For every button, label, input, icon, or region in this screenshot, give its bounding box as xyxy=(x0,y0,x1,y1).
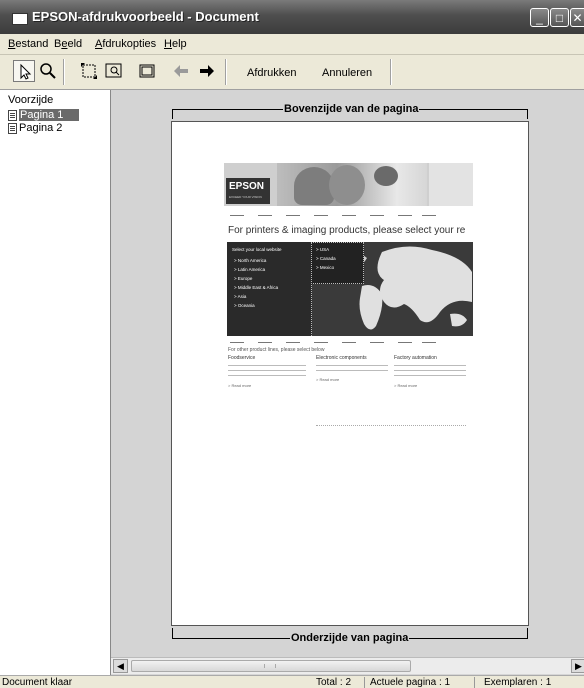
window-title: EPSON-afdrukvoorbeeld - Document xyxy=(32,9,259,24)
page-sidebar: Voorzijde Pagina 1 Pagina 2 xyxy=(0,90,111,675)
status-current-page: Actuele pagina : 1 xyxy=(370,677,451,688)
horizontal-scrollbar[interactable]: ◀ ▶ xyxy=(111,657,584,674)
scroll-thumb[interactable] xyxy=(131,660,411,672)
frame-button[interactable] xyxy=(136,60,158,82)
close-icon[interactable]: ✕ xyxy=(570,8,584,27)
minimize-icon[interactable]: _ xyxy=(530,8,549,27)
status-copies: Exemplaren : 1 xyxy=(484,677,552,688)
status-bar: Document klaar Total : 2 Actuele pagina … xyxy=(0,675,584,688)
zoom-tool-button[interactable] xyxy=(37,60,59,82)
menu-beeld[interactable]: Beeld xyxy=(54,38,82,50)
menu-bar: Bestand Beeld Afdrukopties Help xyxy=(0,34,584,55)
toolbar: Afdrukken Annuleren xyxy=(0,55,584,90)
menu-afdrukopties[interactable]: Afdrukopties xyxy=(95,38,156,50)
zoom-fit-icon xyxy=(105,63,122,78)
zoom-fit-button[interactable] xyxy=(103,60,125,82)
print-button[interactable]: Afdrukken xyxy=(247,67,297,79)
back-arrow-icon xyxy=(174,65,188,77)
menu-bestand[interactable]: Bestand xyxy=(8,38,48,50)
pointer-icon xyxy=(20,63,32,80)
menu-help[interactable]: Help xyxy=(164,38,187,50)
status-message: Document klaar xyxy=(2,677,73,688)
fit-page-button[interactable] xyxy=(78,60,100,82)
page-content-thumbnail: EPSON EXCEED YOUR VISION For printers & … xyxy=(224,163,473,445)
toolbar-separator xyxy=(63,59,65,85)
sidebar-header: Voorzijde xyxy=(8,94,54,106)
fit-page-icon xyxy=(81,63,97,79)
toolbar-separator xyxy=(390,59,392,85)
bottom-edge-label: Onderzijde van pagina xyxy=(290,632,410,644)
sidebar-item-label: Pagina 1 xyxy=(19,109,80,121)
next-page-button[interactable] xyxy=(196,60,218,82)
pointer-tool-button[interactable] xyxy=(13,60,35,82)
page-icon xyxy=(8,123,17,134)
maximize-icon[interactable]: □ xyxy=(550,8,569,27)
thumbnail-logo: EPSON EXCEED YOUR VISION xyxy=(226,178,270,204)
top-edge-label: Bovenzijde van de pagina xyxy=(283,103,420,115)
scroll-left-icon[interactable]: ◀ xyxy=(113,659,128,673)
app-icon xyxy=(12,13,28,25)
forward-arrow-icon xyxy=(200,65,214,77)
preview-window: EPSON-afdrukvoorbeeld - Document _ □ ✕ B… xyxy=(0,0,584,688)
sidebar-item-page-1[interactable]: Pagina 1 xyxy=(8,109,106,121)
previous-page-button[interactable] xyxy=(170,60,192,82)
cancel-button[interactable]: Annuleren xyxy=(322,67,372,79)
toolbar-separator xyxy=(225,59,227,85)
frame-icon xyxy=(139,64,155,78)
status-total: Total : 2 xyxy=(316,677,352,688)
title-bar: EPSON-afdrukvoorbeeld - Document _ □ ✕ xyxy=(0,0,584,34)
scroll-right-icon[interactable]: ▶ xyxy=(571,659,584,673)
sidebar-item-page-2[interactable]: Pagina 2 xyxy=(8,122,106,134)
zoom-icon xyxy=(40,63,56,79)
page-icon xyxy=(8,110,17,121)
sidebar-item-label: Pagina 2 xyxy=(19,122,63,134)
thumbnail-headline: For printers & imaging products, please … xyxy=(228,225,466,236)
